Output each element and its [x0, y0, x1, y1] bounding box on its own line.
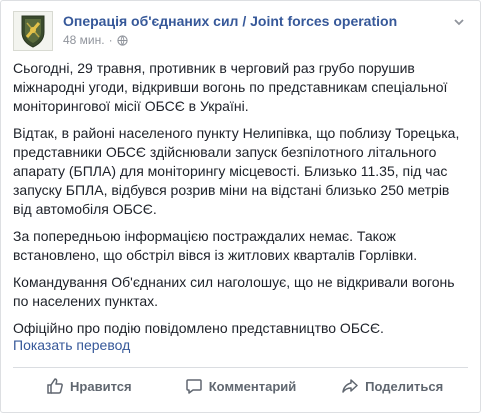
emblem-icon	[14, 12, 52, 50]
action-divider	[13, 367, 468, 368]
action-bar: Нравится Комментарий Поделиться	[13, 369, 468, 403]
share-button[interactable]: Поделиться	[316, 369, 468, 403]
post-card: Операція об'єднаних сил / Joint forces o…	[0, 0, 481, 413]
share-icon	[342, 379, 358, 393]
post-paragraph: Офіційно про подію повідомлено представн…	[13, 320, 384, 336]
share-label: Поделиться	[365, 378, 444, 394]
like-label: Нравится	[70, 378, 132, 394]
post-paragraph: Командування Об'єднаних сил наголошує, щ…	[13, 274, 455, 309]
timestamp[interactable]: 48 мин.	[63, 33, 105, 47]
comment-button[interactable]: Комментарий	[165, 369, 317, 403]
thumbs-up-icon	[47, 378, 63, 394]
comment-label: Комментарий	[208, 378, 297, 394]
page-avatar[interactable]	[13, 11, 53, 51]
post-text: Сьогодні, 29 травня, противник в чергови…	[13, 59, 465, 346]
post-paragraph: За попередньою інформацією постраждалих …	[13, 228, 418, 263]
globe-icon[interactable]	[116, 34, 128, 46]
meta-separator: ·	[108, 33, 113, 47]
see-translation-link[interactable]: Показать перевод	[13, 337, 130, 353]
like-button[interactable]: Нравится	[13, 369, 165, 403]
post-meta: 48 мин. ·	[63, 33, 128, 47]
comment-icon	[185, 379, 202, 394]
post-paragraph: Відтак, в районі населеного пункту Нелип…	[13, 125, 460, 217]
post-header: Операція об'єднаних сил / Joint forces o…	[13, 11, 470, 51]
page-name-link[interactable]: Операція об'єднаних сил / Joint forces o…	[63, 13, 397, 29]
chevron-down-icon[interactable]	[452, 15, 466, 29]
post-paragraph: Сьогодні, 29 травня, противник в чергови…	[13, 60, 448, 114]
